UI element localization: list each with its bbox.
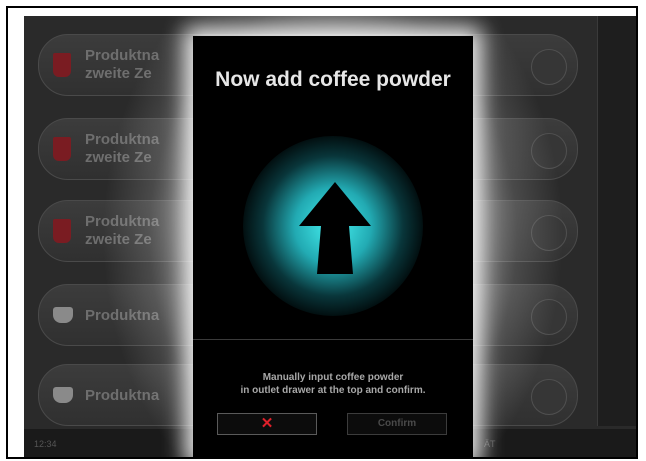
cancel-button[interactable]: ✕: [217, 413, 317, 435]
red-cup-icon: [53, 219, 71, 243]
product-select-knob[interactable]: [531, 49, 567, 85]
product-select-knob[interactable]: [531, 299, 567, 335]
product-label: Produktna: [85, 307, 160, 324]
side-panel: [597, 16, 636, 426]
red-cup-icon: [53, 53, 71, 77]
dialog-instructions: Manually input coffee powder in outlet d…: [240, 372, 426, 396]
product-select-knob[interactable]: [531, 379, 567, 415]
footer-left-text: 12:34: [34, 439, 57, 449]
red-cup-icon: [53, 137, 71, 161]
product-select-knob[interactable]: [531, 133, 567, 169]
white-cup-icon: [53, 387, 73, 403]
confirm-button[interactable]: Confirm: [347, 413, 447, 435]
machine-screen: Produktna zweite Ze Produktna zweite Ze …: [24, 16, 636, 457]
product-label: Produktna zweite Ze: [85, 213, 160, 248]
dialog-divider: [193, 339, 473, 340]
product-label: Produktna zweite Ze: [85, 131, 160, 166]
white-cup-icon: [53, 307, 73, 323]
window-frame: Produktna zweite Ze Produktna zweite Ze …: [6, 6, 638, 459]
product-label: Produktna: [85, 387, 160, 404]
product-select-knob[interactable]: [531, 215, 567, 251]
footer-right-text: ÄT: [484, 439, 496, 449]
add-coffee-powder-dialog: Now add coffee powder Manually input cof…: [193, 36, 473, 457]
product-label: Produktna zweite Ze: [85, 47, 160, 82]
close-icon: ✕: [260, 415, 274, 432]
dialog-title: Now add coffee powder: [215, 68, 451, 91]
up-arrow-icon: [299, 182, 371, 274]
